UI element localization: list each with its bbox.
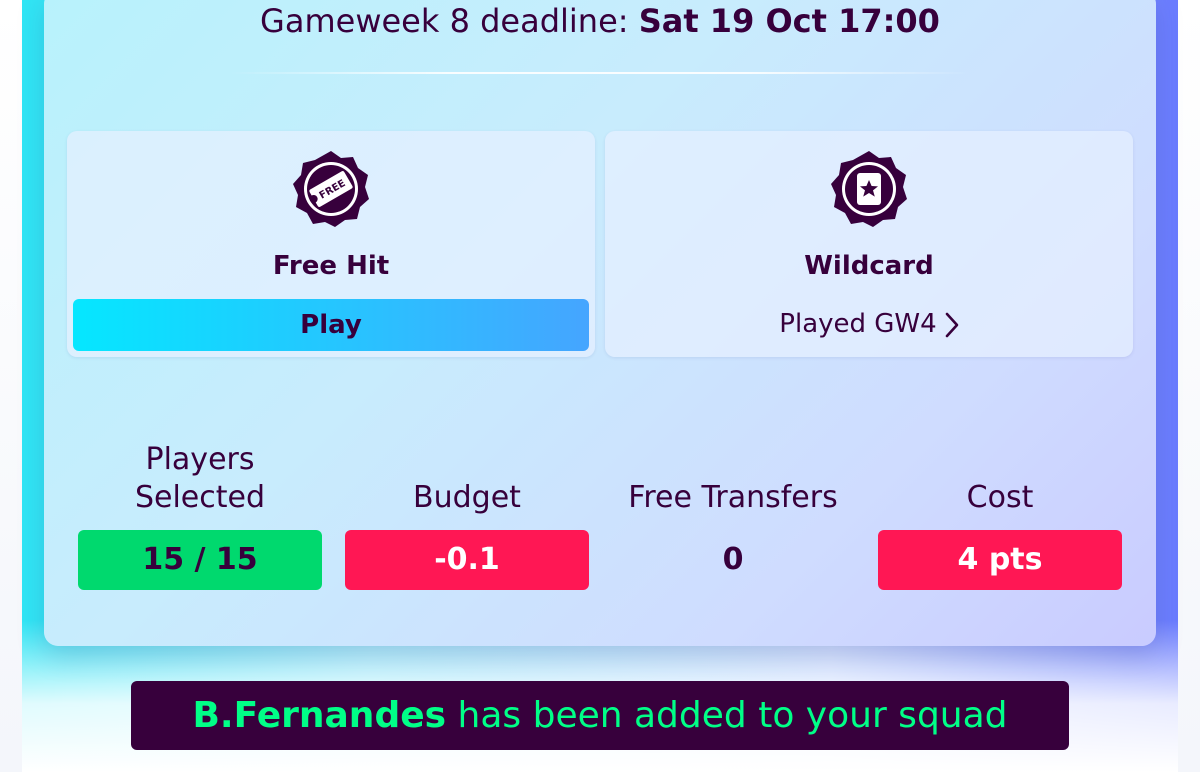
squad-toast-notification: B.Fernandes has been added to your squad	[131, 681, 1069, 750]
transfers-screen: Gameweek 8 deadline: Sat 19 Oct 17:00 FR…	[0, 0, 1200, 772]
players-selected-value: 15 / 15	[78, 530, 322, 590]
free-hit-ticket-icon: FREE	[293, 151, 369, 227]
toast-message: has been added to your squad	[457, 695, 1008, 736]
stat-label-budget: Budget	[413, 480, 521, 515]
chip-name-wildcard: Wildcard	[804, 251, 934, 281]
deadline-value: Sat 19 Oct 17:00	[638, 2, 940, 40]
chip-name-free-hit: Free Hit	[272, 251, 390, 281]
chip-card-free-hit: FREE Free Hit Play	[67, 131, 595, 357]
toast-player-name: B.Fernandes	[192, 695, 447, 736]
stat-label-players-line1: Players	[145, 442, 255, 477]
free-transfers-value: 0	[722, 542, 744, 577]
chevron-right-icon	[945, 312, 958, 337]
wildcard-card-icon	[831, 151, 907, 227]
divider	[230, 72, 970, 74]
deadline-banner: Gameweek 8 deadline: Sat 19 Oct 17:00	[0, 2, 1200, 40]
chip-card-wildcard: Wildcard Played GW4	[605, 131, 1133, 357]
stat-label-cost: Cost	[966, 480, 1034, 515]
wildcard-status-label: Played GW4	[779, 309, 937, 339]
budget-value: -0.1	[345, 530, 589, 590]
stat-label-players-line2: Selected	[134, 480, 266, 515]
play-free-hit-button[interactable]: Play	[73, 299, 589, 351]
wildcard-history-link[interactable]: Played GW4	[605, 309, 1133, 339]
cost-value: 4 pts	[878, 530, 1122, 590]
stat-label-free-transfers: Free Transfers	[628, 480, 838, 515]
deadline-label: Gameweek 8 deadline:	[260, 2, 629, 40]
